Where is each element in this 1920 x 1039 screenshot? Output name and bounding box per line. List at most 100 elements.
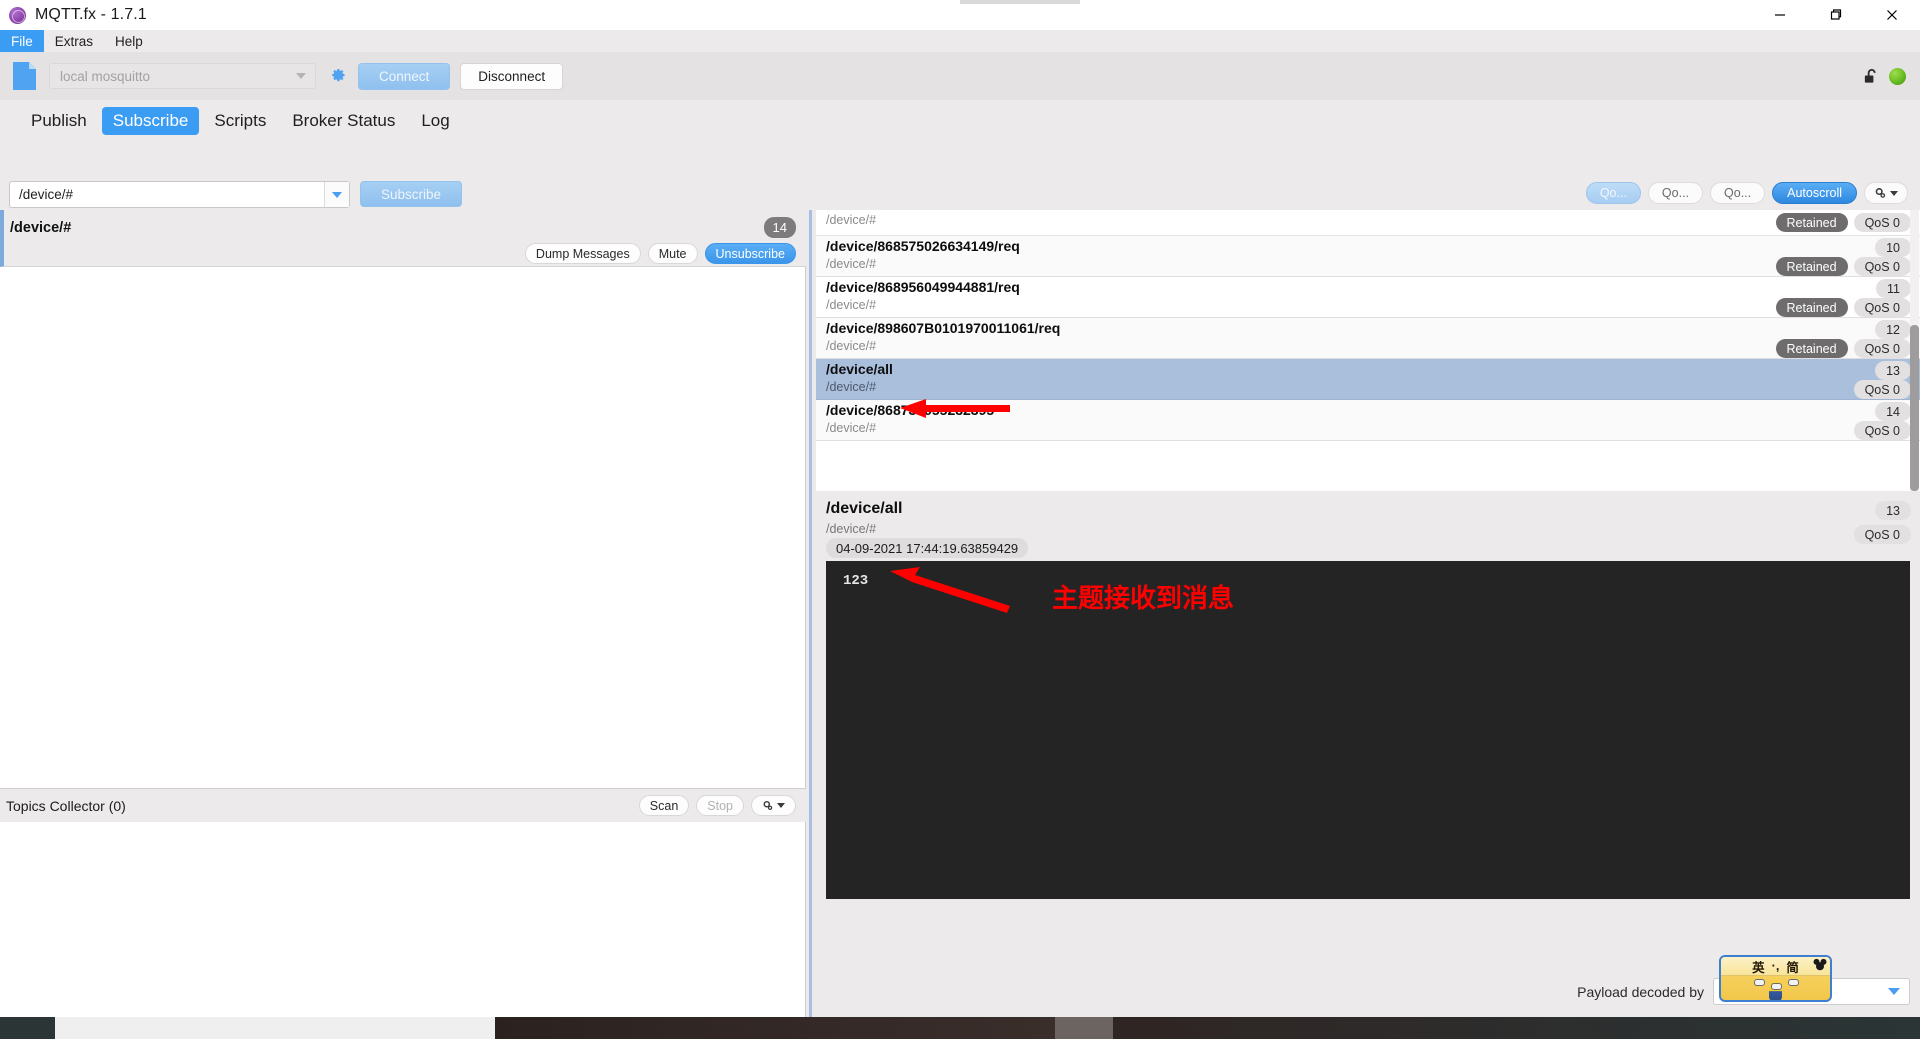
window-controls [1752, 0, 1920, 30]
ime-skin-minions [1721, 975, 1830, 1000]
chevron-down-icon [1890, 190, 1898, 196]
title-bar: MQTT.fx - 1.7.1 [0, 0, 1920, 30]
message-list[interactable]: /device/# Retained QoS 0 /device/8685750… [816, 210, 1920, 491]
message-detail-panel: /device/all /device/# 04-09-2021 17:44:1… [816, 491, 1920, 1017]
splitter-grip [809, 210, 812, 1017]
subscribe-topic-input[interactable]: /device/# [9, 181, 350, 208]
chevron-down-icon [777, 803, 785, 808]
gear-dropdown-icon [763, 800, 773, 810]
ime-floating-toolbar[interactable]: 英 ·, 简 [1719, 955, 1832, 1002]
taskbar-segment [1055, 1017, 1113, 1039]
message-list-scrollbar[interactable] [1910, 210, 1919, 491]
minion-icon [1769, 979, 1782, 1000]
tab-publish[interactable]: Publish [20, 107, 98, 135]
mute-button[interactable]: Mute [647, 243, 698, 264]
message-list-item[interactable]: /device/# Retained QoS 0 [816, 210, 1920, 236]
topics-collector-list [0, 822, 806, 1017]
detail-topic: /device/all [826, 500, 903, 517]
retained-badge: Retained [1775, 257, 1848, 276]
qos2-button[interactable]: Qo... [1710, 182, 1766, 204]
menu-item-extras[interactable]: Extras [44, 30, 104, 52]
ime-mode-simplified[interactable]: 简 [1786, 957, 1799, 976]
disconnect-button[interactable]: Disconnect [460, 62, 564, 90]
scrollbar-thumb[interactable] [1910, 325, 1919, 491]
scan-button[interactable]: Scan [638, 795, 690, 816]
message-topic: /device/868956049944881/req [826, 279, 1020, 295]
message-subscription: /device/# [826, 339, 877, 353]
panel-splitter[interactable] [806, 210, 816, 1017]
chevron-down-icon [332, 191, 342, 198]
qos-badge: QoS 0 [1853, 421, 1911, 440]
subscription-item[interactable]: /device/# 14 Dump Messages Mute Unsubscr… [0, 210, 806, 267]
tab-subscribe[interactable]: Subscribe [101, 107, 200, 135]
gear-icon[interactable] [326, 65, 348, 87]
payload-viewer[interactable]: 123 [826, 561, 1910, 899]
qos-badge: QoS 0 [1853, 213, 1911, 232]
subscribe-options-menu[interactable] [1864, 182, 1908, 204]
chevron-down-icon [1888, 988, 1900, 995]
detail-qos-badge: QoS 0 [1853, 525, 1911, 544]
document-icon[interactable] [13, 62, 36, 90]
ime-mode-english[interactable]: 英 [1752, 957, 1765, 976]
dump-messages-button[interactable]: Dump Messages [524, 243, 641, 264]
message-index-badge: 10 [1875, 238, 1911, 257]
window-title: MQTT.fx - 1.7.1 [35, 6, 147, 23]
message-list-item[interactable]: /device/868956049944881/req /device/# 11… [816, 277, 1920, 318]
tab-broker-status[interactable]: Broker Status [281, 107, 406, 135]
minion-icon [1752, 975, 1765, 1000]
close-icon[interactable] [1864, 0, 1920, 30]
detail-timestamp: 04-09-2021 17:44:19.63859429 [826, 538, 1029, 558]
message-list-item-selected[interactable]: /device/all /device/# 13 QoS 0 [816, 359, 1920, 400]
maximize-icon[interactable] [1808, 0, 1864, 30]
connection-status [1862, 67, 1906, 86]
autoscroll-toggle[interactable]: Autoscroll [1772, 182, 1857, 204]
message-subscription: /device/# [826, 298, 877, 312]
retained-badge: Retained [1775, 213, 1848, 232]
menu-item-help[interactable]: Help [104, 30, 154, 52]
message-index-badge: 13 [1875, 361, 1911, 380]
qos0-button[interactable]: Qo... [1585, 182, 1641, 204]
chevron-down-icon [296, 73, 306, 79]
message-list-item[interactable]: /device/868739055232395 /device/# 14 QoS… [816, 400, 1920, 441]
annotation-note: 主题接收到消息 [1052, 584, 1235, 614]
topic-history-dropdown[interactable] [324, 182, 349, 207]
tab-log[interactable]: Log [410, 107, 460, 135]
payload-text: 123 [843, 573, 869, 589]
mouse-ear-icon[interactable] [1813, 958, 1827, 971]
mqttfx-window: MQTT.fx - 1.7.1 File Extras Help local m… [0, 0, 1920, 1039]
ime-mode-bar[interactable]: 英 ·, 简 [1721, 957, 1830, 976]
qos1-button[interactable]: Qo... [1647, 182, 1704, 204]
tab-scripts[interactable]: Scripts [203, 107, 277, 135]
stop-button[interactable]: Stop [696, 795, 744, 816]
message-subscription: /device/# [826, 257, 877, 271]
detail-badges: 13 QoS 0 [1853, 501, 1911, 544]
message-list-item[interactable]: /device/868575026634149/req /device/# 10… [816, 236, 1920, 277]
message-subscription: /device/# [826, 421, 877, 435]
topics-collector-options-menu[interactable] [751, 795, 796, 816]
taskbar-segment [495, 1017, 1055, 1039]
topics-collector-label: Topics Collector (0) [6, 797, 126, 814]
menu-bar: File Extras Help [0, 30, 1920, 52]
subscription-actions: Dump Messages Mute Unsubscribe [524, 243, 796, 264]
message-topic: /device/898607B0101970011061/req [826, 320, 1061, 336]
minion-icon [1786, 975, 1799, 1000]
menu-item-file[interactable]: File [0, 30, 44, 52]
unlocked-padlock-icon [1862, 67, 1881, 86]
unsubscribe-button[interactable]: Unsubscribe [704, 243, 796, 264]
broker-profile-select[interactable]: local mosquitto [49, 63, 316, 89]
message-list-item[interactable]: /device/898607B0101970011061/req /device… [816, 318, 1920, 359]
connect-button[interactable]: Connect [358, 62, 451, 90]
subscribe-button[interactable]: Subscribe [360, 181, 463, 207]
message-topic: /device/868739055232395 [826, 402, 995, 418]
minimize-icon[interactable] [1752, 0, 1808, 30]
qos-badge: QoS 0 [1853, 298, 1911, 317]
subscriptions-panel: /device/# 14 Dump Messages Mute Unsubscr… [0, 210, 806, 822]
ime-mode-punctuation[interactable]: ·, [1772, 959, 1780, 973]
topics-collector-bar: Topics Collector (0) Scan Stop [0, 788, 806, 822]
mqtt-logo-icon [9, 6, 26, 24]
subscribe-options: Qo... Qo... Qo... Autoscroll [1585, 182, 1908, 204]
detail-index-badge: 13 [1875, 501, 1911, 520]
message-topic: /device/all [826, 361, 893, 377]
message-topic: /device/868575026634149/req [826, 238, 1020, 254]
gear-dropdown-icon [1875, 187, 1886, 198]
